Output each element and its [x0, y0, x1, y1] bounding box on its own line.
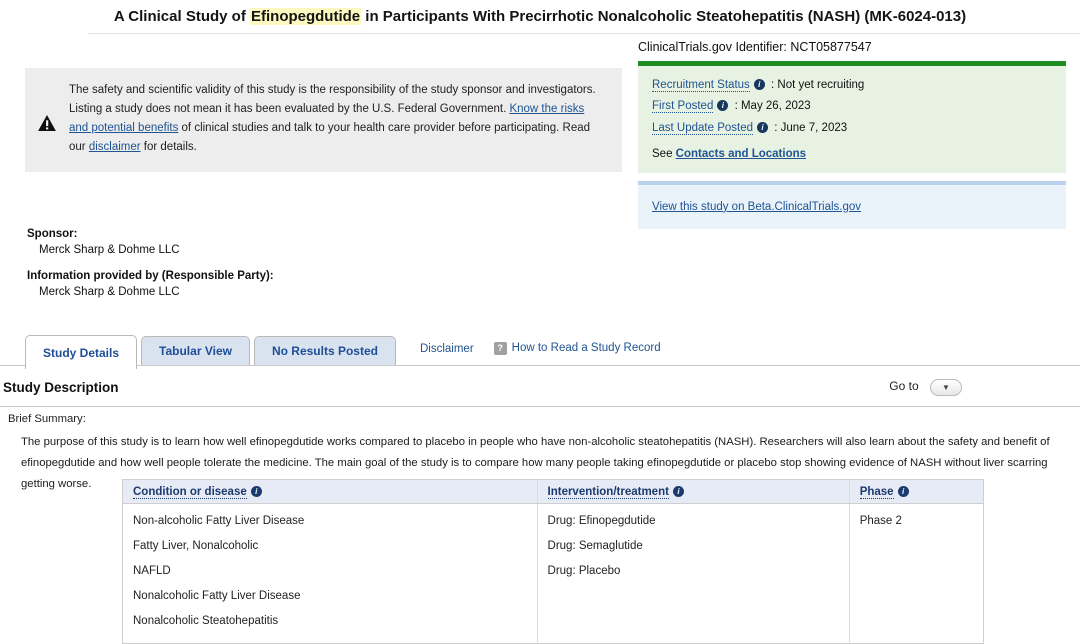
- phase-header-link[interactable]: Phase: [860, 486, 894, 499]
- info-icon: i: [754, 79, 765, 90]
- table-cell-line: Nonalcoholic Steatohepatitis: [133, 614, 527, 629]
- disclaimer-text-end: for details.: [141, 141, 197, 153]
- status-separator: :: [771, 79, 774, 91]
- info-icon: i: [673, 486, 684, 497]
- info-icon: i: [757, 122, 768, 133]
- study-description-heading: Study Description: [3, 380, 119, 395]
- conditions-table: Condition or disease i Intervention/treat…: [122, 479, 984, 644]
- table-cell-line: Nonalcoholic Fatty Liver Disease: [133, 589, 527, 604]
- sponsor-name: Merck Sharp & Dohme LLC: [39, 244, 274, 256]
- tab-bar: Study Details Tabular View No Results Po…: [0, 334, 1080, 366]
- beta-study-link[interactable]: View this study on Beta.ClinicalTrials.g…: [652, 201, 861, 213]
- recruitment-status-box: Recruitment Status i : Not yet recruiting…: [638, 61, 1066, 173]
- info-icon: i: [898, 486, 909, 497]
- interventions-cell: Drug: Efinopegdutide Drug: Semaglutide Dru…: [538, 504, 850, 643]
- goto-dropdown[interactable]: ▼: [930, 379, 962, 396]
- disclaimer-tab-link[interactable]: Disclaimer: [420, 343, 474, 357]
- table-cell-line: Phase 2: [860, 514, 973, 529]
- page-title-prefix: A Clinical Study of: [114, 8, 250, 25]
- tab-study-details[interactable]: Study Details: [25, 335, 137, 369]
- nct-identifier: ClinicalTrials.gov Identifier: NCT058775…: [638, 40, 1066, 54]
- brief-summary-label: Brief Summary:: [8, 413, 1076, 425]
- table-cell-line: Fatty Liver, Nonalcoholic: [133, 539, 527, 554]
- table-cell-line: Drug: Semaglutide: [548, 539, 839, 554]
- study-status-panel: ClinicalTrials.gov Identifier: NCT058775…: [638, 40, 1066, 229]
- nct-identifier-label: ClinicalTrials.gov Identifier:: [638, 40, 787, 54]
- status-row-recruitment: Recruitment Status i : Not yet recruiting: [652, 77, 1052, 94]
- status-row-last-update: Last Update Posted i : June 7, 2023: [652, 120, 1052, 137]
- beta-site-box: View this study on Beta.ClinicalTrials.g…: [638, 181, 1066, 229]
- question-icon: ?: [494, 342, 507, 355]
- goto-label: Go to: [889, 379, 918, 393]
- see-prefix: See: [652, 148, 676, 160]
- table-header-row: Condition or disease i Intervention/treat…: [123, 480, 983, 504]
- study-description-section: Study Description Go to ▼: [0, 379, 1080, 407]
- status-separator: :: [735, 100, 738, 112]
- table-cell-line: Drug: Placebo: [548, 564, 839, 579]
- table-cell-line: NAFLD: [133, 564, 527, 579]
- page-title-suffix: in Participants With Precirrhotic Nonalc…: [361, 8, 966, 25]
- responsible-party-name: Merck Sharp & Dohme LLC: [39, 286, 274, 298]
- info-icon: i: [717, 100, 728, 111]
- see-contacts-line: See Contacts and Locations: [652, 148, 1052, 160]
- contacts-locations-link[interactable]: Contacts and Locations: [676, 148, 806, 160]
- disclaimer-link[interactable]: disclaimer: [89, 141, 141, 153]
- table-cell-line: Drug: Efinopegdutide: [548, 514, 839, 529]
- recruitment-status-value: Not yet recruiting: [777, 79, 864, 91]
- last-update-posted-value: June 7, 2023: [781, 122, 848, 134]
- first-posted-value: May 26, 2023: [741, 100, 811, 112]
- condition-header-link[interactable]: Condition or disease: [133, 486, 247, 499]
- last-update-posted-link[interactable]: Last Update Posted: [652, 122, 753, 135]
- how-to-read-link[interactable]: ? How to Read a Study Record: [494, 342, 661, 357]
- warning-icon: [38, 115, 56, 131]
- sponsor-label: Sponsor:: [27, 228, 274, 240]
- disclaimer-box: The safety and scientific validity of th…: [25, 68, 622, 172]
- info-icon: i: [251, 486, 262, 497]
- status-row-first-posted: First Posted i : May 26, 2023: [652, 98, 1052, 115]
- how-to-read-label: How to Read a Study Record: [512, 342, 661, 354]
- goto-control: Go to ▼: [889, 379, 962, 396]
- page-title: A Clinical Study of Efinopegdutide in Pa…: [0, 8, 1080, 25]
- conditions-cell: Non-alcoholic Fatty Liver Disease Fatty L…: [123, 504, 538, 643]
- page-title-highlight: Efinopegdutide: [250, 8, 361, 25]
- status-separator: :: [774, 122, 777, 134]
- first-posted-link[interactable]: First Posted: [652, 100, 713, 113]
- header-condition: Condition or disease i: [123, 480, 538, 503]
- intervention-header-link[interactable]: Intervention/treatment: [548, 486, 669, 499]
- phase-cell: Phase 2: [850, 504, 983, 643]
- header-phase: Phasei: [850, 480, 983, 503]
- title-divider: [88, 33, 1080, 34]
- header-intervention: Intervention/treatment i: [538, 480, 850, 503]
- responsible-party-label: Information provided by (Responsible Par…: [27, 270, 274, 282]
- tab-no-results-posted[interactable]: No Results Posted: [254, 336, 396, 365]
- nct-identifier-value: NCT05877547: [790, 40, 871, 54]
- tab-tabular-view[interactable]: Tabular View: [141, 336, 250, 365]
- chevron-down-icon: ▼: [942, 383, 950, 392]
- sponsor-block: Sponsor: Merck Sharp & Dohme LLC Informa…: [27, 228, 274, 298]
- table-cell-line: Non-alcoholic Fatty Liver Disease: [133, 514, 527, 529]
- table-row: Non-alcoholic Fatty Liver Disease Fatty L…: [123, 504, 983, 643]
- recruitment-status-link[interactable]: Recruitment Status: [652, 79, 750, 92]
